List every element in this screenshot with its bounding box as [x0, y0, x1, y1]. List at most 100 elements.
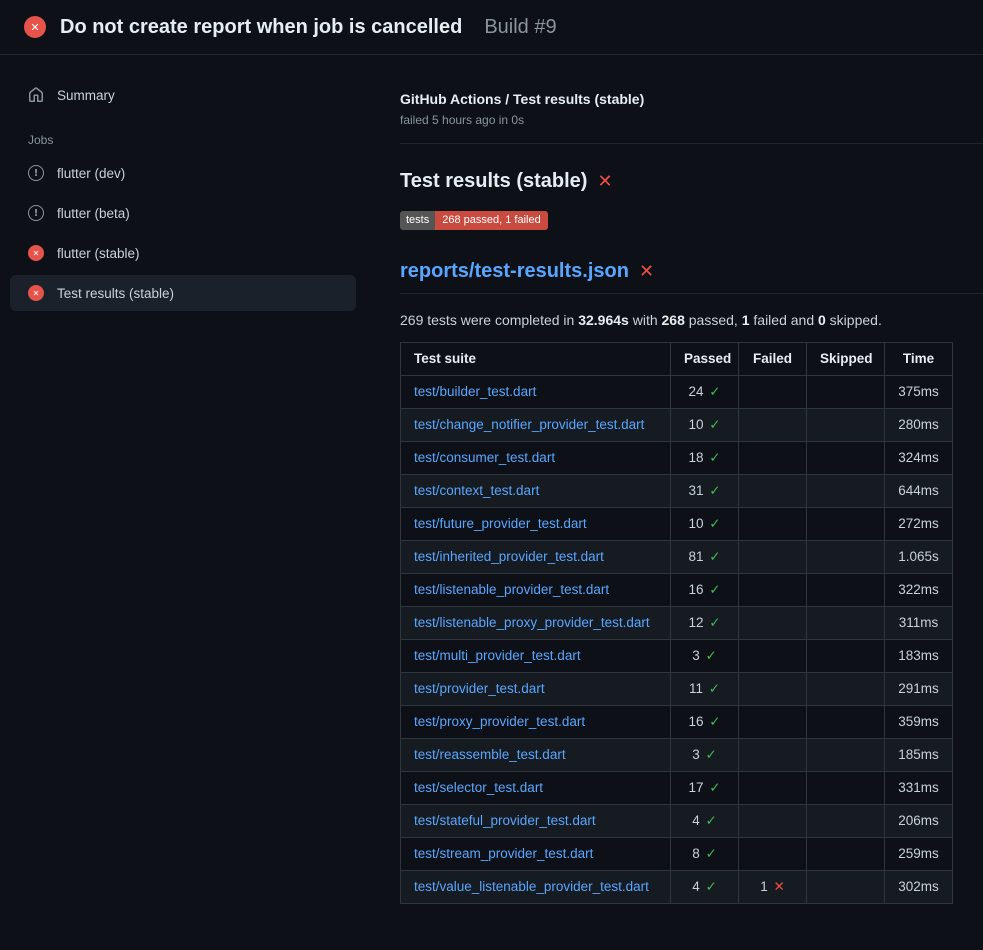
passed-cell: 3 ✓	[671, 640, 739, 673]
table-body: test/builder_test.dart24 ✓375ms test/chan…	[401, 376, 953, 904]
passed-cell: 16 ✓	[671, 706, 739, 739]
sidebar-item-flutter-beta[interactable]: ! flutter (beta)	[10, 195, 356, 231]
test-suite-link[interactable]: test/reassemble_test.dart	[414, 747, 566, 762]
table-row: test/consumer_test.dart 18 ✓ 324ms	[401, 442, 953, 475]
test-suite-link[interactable]: test/selector_test.dart	[414, 780, 543, 795]
time-cell: 1.065s	[885, 541, 953, 574]
report-heading-row: reports/test-results.json ✕	[400, 260, 983, 294]
skipped-cell	[807, 574, 885, 607]
time-cell: 206ms	[885, 805, 953, 838]
check-icon: ✓	[709, 417, 720, 433]
test-suite-cell: test/consumer_test.dart	[401, 442, 671, 475]
passed-cell: 10 ✓	[671, 409, 739, 442]
failed-cell	[739, 838, 807, 871]
test-suite-link[interactable]: test/change_notifier_provider_test.dart	[414, 417, 644, 432]
skipped-cell	[807, 838, 885, 871]
run-meta: failed 5 hours ago in 0s	[400, 113, 983, 127]
test-suite-link[interactable]: test/listenable_proxy_provider_test.dart	[414, 615, 650, 630]
test-suite-link[interactable]: test/multi_provider_test.dart	[414, 648, 581, 663]
skipped-cell	[807, 376, 885, 409]
badge-label: tests	[400, 211, 435, 230]
passed-cell: 31 ✓	[671, 475, 739, 508]
summary-text: with	[629, 312, 662, 328]
passed-cell: 8 ✓	[671, 838, 739, 871]
jobs-section-label: Jobs	[28, 133, 356, 147]
failed-cell	[739, 508, 807, 541]
skipped-cell	[807, 772, 885, 805]
time-cell: 185ms	[885, 739, 953, 772]
test-suite-link[interactable]: test/proxy_provider_test.dart	[414, 714, 585, 729]
summary-line: 269 tests were completed in 32.964s with…	[400, 312, 952, 328]
sidebar-item-test-results-stable[interactable]: ✕ Test results (stable)	[10, 275, 356, 311]
failed-cell	[739, 739, 807, 772]
test-suite-link[interactable]: test/stream_provider_test.dart	[414, 846, 593, 861]
test-suite-cell: test/value_listenable_provider_test.dart	[401, 871, 671, 904]
check-icon: ✓	[709, 582, 720, 598]
sidebar-item-flutter-dev[interactable]: ! flutter (dev)	[10, 155, 356, 191]
check-icon: ✓	[709, 450, 720, 466]
test-suite-cell: test/provider_test.dart	[401, 673, 671, 706]
passed-cell: 18 ✓	[671, 442, 739, 475]
breadcrumb: GitHub Actions / Test results (stable)	[400, 91, 983, 107]
test-suite-cell: test/selector_test.dart	[401, 772, 671, 805]
failed-cell	[739, 574, 807, 607]
home-icon	[28, 87, 44, 103]
table-row: test/selector_test.dart17 ✓331ms	[401, 772, 953, 805]
test-suite-cell: test/builder_test.dart	[401, 376, 671, 409]
x-circle-icon: ✕	[28, 285, 44, 301]
test-suite-link[interactable]: test/context_test.dart	[414, 483, 539, 498]
warning-icon: !	[28, 205, 44, 221]
failed-cell	[739, 442, 807, 475]
passed-cell: 81 ✓	[671, 541, 739, 574]
run-header: GitHub Actions / Test results (stable) f…	[400, 91, 983, 144]
col-test-suite: Test suite	[401, 343, 671, 376]
build-failed-icon: ✕	[24, 16, 46, 38]
summary-skipped-count: 0	[818, 312, 826, 328]
test-suite-link[interactable]: test/value_listenable_provider_test.dart	[414, 879, 649, 894]
time-cell: 291ms	[885, 673, 953, 706]
test-suite-cell: test/multi_provider_test.dart	[401, 640, 671, 673]
report-file-link[interactable]: reports/test-results.json	[400, 260, 629, 283]
summary-text: failed and	[750, 312, 819, 328]
job-label: flutter (stable)	[57, 246, 140, 261]
summary-total-time: 32.964s	[578, 312, 629, 328]
check-icon: ✓	[709, 714, 720, 730]
summary-text: passed,	[685, 312, 742, 328]
test-suite-link[interactable]: test/builder_test.dart	[414, 384, 536, 399]
summary-text: skipped.	[826, 312, 882, 328]
test-suite-link[interactable]: test/listenable_provider_test.dart	[414, 582, 609, 597]
table-row: test/value_listenable_provider_test.dart…	[401, 871, 953, 904]
failed-cell	[739, 772, 807, 805]
passed-cell: 4 ✓	[671, 871, 739, 904]
passed-cell: 10 ✓	[671, 508, 739, 541]
time-cell: 322ms	[885, 574, 953, 607]
table-row: test/context_test.dart31 ✓644ms	[401, 475, 953, 508]
table-row: test/builder_test.dart24 ✓375ms	[401, 376, 953, 409]
col-skipped: Skipped	[807, 343, 885, 376]
time-cell: 324ms	[885, 442, 953, 475]
test-suite-link[interactable]: test/consumer_test.dart	[414, 450, 555, 465]
time-cell: 183ms	[885, 640, 953, 673]
check-icon: ✓	[705, 648, 716, 664]
failed-cell	[739, 805, 807, 838]
x-icon: ✕	[773, 879, 784, 895]
sidebar-item-summary[interactable]: Summary	[10, 77, 356, 113]
build-title: Do not create report when job is cancell…	[60, 13, 462, 41]
check-icon: ✓	[705, 879, 716, 895]
table-row: test/stream_provider_test.dart8 ✓259ms	[401, 838, 953, 871]
test-suite-link[interactable]: test/inherited_provider_test.dart	[414, 549, 604, 564]
failed-cell	[739, 376, 807, 409]
summary-failed-count: 1	[742, 312, 750, 328]
test-suite-cell: test/change_notifier_provider_test.dart	[401, 409, 671, 442]
test-suite-cell: test/reassemble_test.dart	[401, 739, 671, 772]
test-suite-link[interactable]: test/future_provider_test.dart	[414, 516, 587, 531]
sidebar-item-flutter-stable[interactable]: ✕ flutter (stable)	[10, 235, 356, 271]
test-suite-cell: test/inherited_provider_test.dart	[401, 541, 671, 574]
test-suite-link[interactable]: test/provider_test.dart	[414, 681, 545, 696]
skipped-cell	[807, 409, 885, 442]
failed-cell	[739, 541, 807, 574]
test-results-table: Test suite Passed Failed Skipped Time te…	[400, 342, 953, 904]
test-suite-link[interactable]: test/stateful_provider_test.dart	[414, 813, 596, 828]
failed-cell: 1 ✕	[739, 871, 807, 904]
job-label: flutter (beta)	[57, 206, 130, 221]
